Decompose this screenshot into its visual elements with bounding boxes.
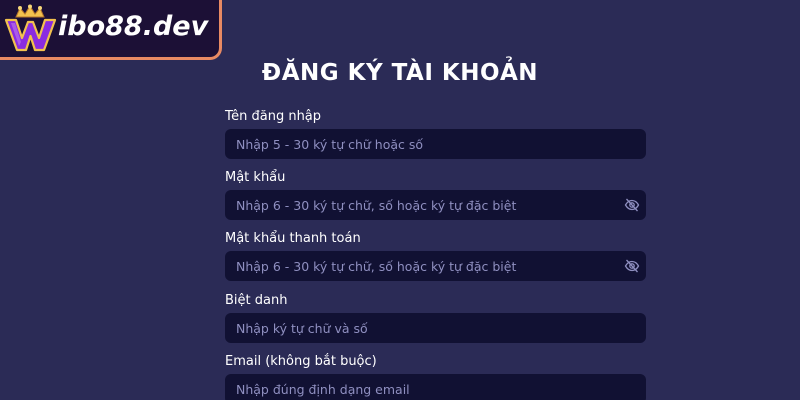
email-field-group: Email (không bắt buộc) [225, 353, 646, 400]
nickname-input-box [225, 313, 646, 343]
payment-password-label: Mật khẩu thanh toán [225, 231, 361, 246]
username-label: Tên đăng nhập [225, 109, 322, 124]
nickname-input[interactable] [225, 313, 646, 343]
crown-w-logo-icon [4, 4, 57, 52]
password-field-group: Mật khẩu [225, 169, 646, 220]
nickname-label: Biệt danh [225, 293, 288, 308]
page-title: ĐĂNG KÝ TÀI KHOẢN [261, 60, 539, 86]
username-field-group: Tên đăng nhập [225, 108, 646, 159]
email-input[interactable] [225, 374, 646, 400]
username-input-box [225, 129, 646, 159]
payment-password-input[interactable] [225, 251, 646, 281]
password-input[interactable] [225, 190, 646, 220]
payment-password-field-group: Mật khẩu thanh toán [225, 230, 646, 281]
nickname-field-group: Biệt danh [225, 292, 646, 343]
email-label: Email (không bắt buộc) [225, 354, 377, 369]
registration-page: ibo88.dev ĐĂNG KÝ TÀI KHOẢN Tên đăng nhậ… [0, 0, 800, 400]
username-input[interactable] [225, 129, 646, 159]
email-input-box [225, 374, 646, 400]
eye-off-icon[interactable] [624, 258, 640, 274]
password-label: Mật khẩu [225, 170, 286, 185]
payment-password-input-box [225, 251, 646, 281]
eye-off-icon[interactable] [624, 197, 640, 213]
password-input-box [225, 190, 646, 220]
brand-logo[interactable]: ibo88.dev [0, 0, 222, 60]
logo-wordmark: ibo88.dev [58, 11, 209, 42]
